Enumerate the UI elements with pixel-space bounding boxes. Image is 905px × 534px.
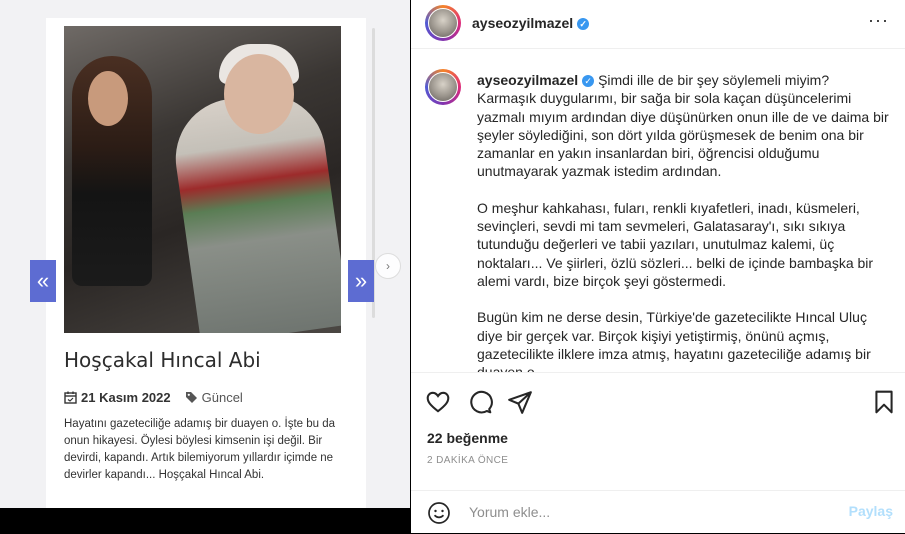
bookmark-icon[interactable] xyxy=(871,389,897,415)
tag-icon xyxy=(185,392,197,403)
caption-username[interactable]: ayseozyilmazel xyxy=(477,72,578,88)
comment-input[interactable] xyxy=(467,503,831,521)
caption-paragraph-1: ayseozyilmazel ✓ Şimdi ille de bir şey sö… xyxy=(477,71,889,181)
comment-icon[interactable] xyxy=(467,389,493,415)
caption-p1: Şimdi ille de bir şey söylemeli miyim? K… xyxy=(477,72,889,180)
photo-girl-face xyxy=(88,71,128,126)
article-photo xyxy=(64,26,341,333)
article-category-text: Güncel xyxy=(201,390,243,405)
emoji-icon[interactable] xyxy=(427,501,451,525)
article-title: Hoşçakal Hıncal Abi xyxy=(64,348,261,372)
article-prev-button: « xyxy=(30,260,56,302)
carousel-next-icon[interactable]: › xyxy=(375,253,401,279)
action-bar xyxy=(411,372,905,425)
article-date-text: 21 Kasım 2022 xyxy=(81,390,171,405)
article-meta: 21 Kasım 2022 Güncel xyxy=(64,390,243,405)
avatar[interactable] xyxy=(425,5,461,41)
header-username[interactable]: ayseozyilmazel ✓ xyxy=(472,15,590,31)
heart-icon[interactable] xyxy=(425,389,451,415)
article-date: 21 Kasım 2022 xyxy=(64,390,171,405)
more-options-icon[interactable]: ··· xyxy=(868,10,889,31)
article-category: Güncel xyxy=(185,390,243,405)
post-timestamp[interactable]: 2 DAKİKA ÖNCE xyxy=(427,455,508,466)
post-image[interactable]: Hoşçakal Hıncal Abi 21 Kasım 2022 Güncel… xyxy=(0,0,410,508)
article-next-button: » xyxy=(348,260,374,302)
post-header: ayseozyilmazel ✓ ··· xyxy=(411,0,905,49)
comment-bar: Paylaş xyxy=(411,490,905,534)
likes-count[interactable]: 22 beğenme xyxy=(427,430,508,446)
caption-section: ayseozyilmazel ✓ Şimdi ille de bir şey sö… xyxy=(411,49,905,372)
photo-man-face xyxy=(224,54,294,134)
caption-avatar[interactable] xyxy=(425,69,461,105)
header-username-text[interactable]: ayseozyilmazel xyxy=(472,15,573,31)
caption-paragraph-3: Bugün kim ne derse desin, Türkiye'de gaz… xyxy=(477,309,871,372)
caption-paragraph-2: O meşhur kahkahası, fuları, renkli kıyaf… xyxy=(477,199,874,289)
calendar-icon xyxy=(64,391,77,404)
article-excerpt: Hayatını gazeteciliğe adamış bir duayen … xyxy=(64,418,336,481)
verified-icon: ✓ xyxy=(577,18,590,30)
caption-verified-icon: ✓ xyxy=(582,75,595,87)
post-media-panel: Hoşçakal Hıncal Abi 21 Kasım 2022 Güncel… xyxy=(0,0,410,533)
post-comment-button[interactable]: Paylaş xyxy=(849,503,893,519)
share-icon[interactable] xyxy=(507,389,533,415)
post-details-panel: ayseozyilmazel ✓ ··· ayseozyilmazel ✓ Şimd… xyxy=(411,0,905,533)
caption-text: ayseozyilmazel ✓ Şimdi ille de bir şey sö… xyxy=(477,71,889,372)
